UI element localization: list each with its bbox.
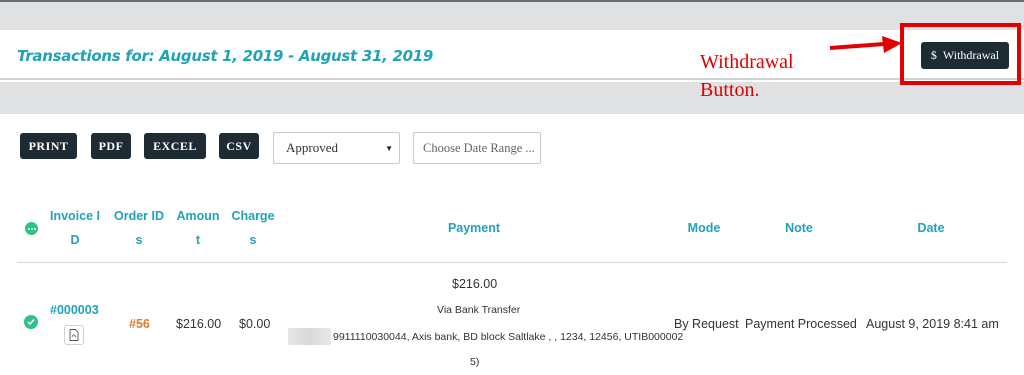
print-button[interactable]: PRINT xyxy=(20,133,77,159)
excel-button[interactable]: EXCEL xyxy=(144,133,206,159)
annotation-highlight-box xyxy=(900,23,1021,85)
column-header-charges[interactable]: Charge s xyxy=(228,205,278,251)
annotation-label: Withdrawal Button. xyxy=(700,51,794,101)
date-range-input[interactable]: Choose Date Range ... xyxy=(413,132,541,164)
payment-details: 9911110030044, Axis bank, BD block Saltl… xyxy=(333,331,684,343)
invoice-id-link[interactable]: #000003 xyxy=(50,303,99,317)
payment-method: Via Bank Transfer xyxy=(437,304,521,316)
column-header-order-ids[interactable]: Order ID s xyxy=(110,205,168,251)
pdf-file-icon[interactable] xyxy=(64,325,84,345)
date-range-placeholder: Choose Date Range ... xyxy=(423,140,535,155)
status-select[interactable]: Approved ▼ xyxy=(273,132,400,164)
check-circle-icon[interactable] xyxy=(24,315,38,329)
column-header-mode[interactable]: Mode xyxy=(674,217,734,239)
header-band xyxy=(0,82,1024,114)
table-header-divider xyxy=(17,262,1007,263)
page-title: Transactions for: August 1, 2019 - Augus… xyxy=(17,47,433,65)
csv-button[interactable]: CSV xyxy=(219,133,259,159)
column-header-amount[interactable]: Amoun t xyxy=(172,205,224,251)
note-cell: Payment Processed xyxy=(745,317,857,331)
amount-cell: $216.00 xyxy=(176,317,222,331)
pdf-button[interactable]: PDF xyxy=(91,133,131,159)
order-id-link[interactable]: #56 xyxy=(129,317,150,331)
column-header-payment[interactable]: Payment xyxy=(424,217,524,239)
select-all-icon[interactable] xyxy=(25,222,38,235)
payment-amount: $216.00 xyxy=(452,277,498,291)
top-bar xyxy=(0,0,1024,30)
date-cell: August 9, 2019 8:41 am xyxy=(866,317,999,331)
caret-down-icon: ▼ xyxy=(385,144,393,153)
column-header-date[interactable]: Date xyxy=(901,217,961,239)
payment-details-end: 5) xyxy=(470,356,480,368)
redacted-account-name xyxy=(288,328,331,345)
status-select-value: Approved xyxy=(286,140,338,155)
charges-cell: $0.00 xyxy=(239,317,271,331)
column-header-note[interactable]: Note xyxy=(769,217,829,239)
mode-cell: By Request xyxy=(674,317,739,331)
column-header-invoice-id[interactable]: Invoice I D xyxy=(47,205,103,251)
